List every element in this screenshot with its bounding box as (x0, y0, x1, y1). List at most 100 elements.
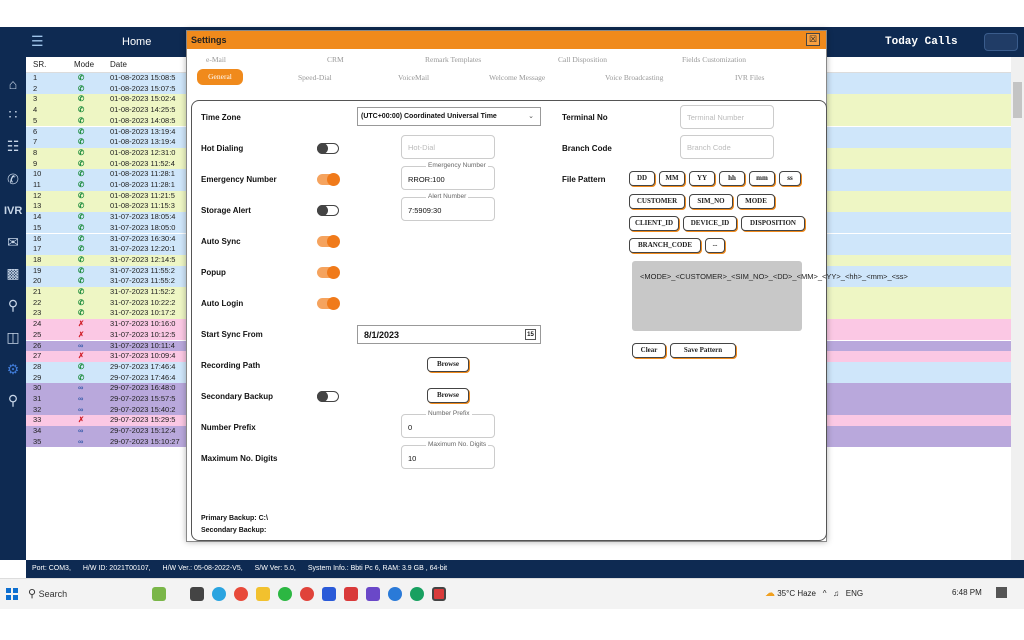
auto-sync-toggle[interactable] (317, 235, 340, 248)
zoom-icon[interactable] (322, 587, 336, 601)
row-sr: 18 (33, 254, 42, 264)
row-date: 29-07-2023 17:46:4 (110, 361, 176, 371)
clear-button[interactable]: Clear (632, 343, 666, 358)
today-calls-label[interactable]: Today Calls (885, 36, 958, 48)
phone-incoming-icon: ✆ (78, 73, 85, 82)
recording-path-browse-button[interactable]: Browse (427, 357, 469, 372)
app-icon[interactable] (410, 587, 424, 601)
tab-speed-dial[interactable]: Speed-Dial (298, 73, 332, 82)
mail-icon[interactable]: ✉ (4, 233, 22, 251)
tab-fields-customization[interactable]: Fields Customization (682, 55, 746, 64)
weather-text[interactable]: 35°C Haze (777, 589, 816, 598)
app-icon[interactable] (344, 587, 358, 601)
time-zone-select[interactable]: (UTC+00:00) Coordinated Universal Time ⌄ (357, 107, 541, 126)
pattern-token-yy[interactable]: YY (689, 171, 715, 186)
app-icon[interactable] (366, 587, 380, 601)
column-mode[interactable]: Mode (74, 60, 94, 69)
app-icon[interactable] (300, 587, 314, 601)
settings-gear-icon[interactable]: ⚙ (4, 360, 22, 378)
notification-icon[interactable] (996, 587, 1007, 598)
start-button[interactable] (6, 588, 18, 600)
emergency-number-toggle[interactable] (317, 173, 340, 186)
max-digits-input[interactable]: Maximum No. Digits 10 (401, 441, 495, 469)
phone-incoming-icon: ✆ (78, 94, 85, 104)
hot-dial-input[interactable]: Hot-Dial (401, 135, 495, 159)
calendar-icon[interactable]: 15 (525, 329, 536, 340)
pattern-token-client-id[interactable]: CLIENT_ID (629, 216, 679, 231)
top-margin (0, 0, 1024, 27)
row-date: 29-07-2023 15:10:27 (110, 436, 180, 446)
pattern-token-branch-code[interactable]: BRANCH_CODE (629, 238, 701, 253)
hamburger-menu-icon[interactable]: ☰ (31, 33, 44, 50)
contacts-icon[interactable]: ▩ (4, 264, 22, 282)
task-view-icon[interactable] (190, 587, 204, 601)
hot-dialing-toggle[interactable] (317, 142, 339, 154)
whatsapp-icon[interactable] (278, 587, 292, 601)
branch-code-input[interactable]: Branch Code (680, 135, 774, 159)
pattern-token-mm[interactable]: MM (659, 171, 685, 186)
window-controls[interactable] (984, 33, 1018, 51)
tab-ivr-files[interactable]: IVR Files (735, 73, 764, 82)
file-explorer-icon[interactable] (256, 587, 270, 601)
scrollbar-thumb[interactable] (1013, 82, 1022, 118)
pattern-token-customer[interactable]: CUSTOMER (629, 194, 685, 209)
row-date: 31-07-2023 18:05:4 (110, 212, 176, 222)
language-indicator[interactable]: ENG (846, 589, 863, 598)
phone-incoming-icon: ✆ (78, 105, 85, 115)
app-icon[interactable] (388, 587, 402, 601)
pattern-token-ss[interactable]: ss (779, 171, 801, 186)
terminal-number-input[interactable]: Terminal Number (680, 105, 774, 129)
dialpad-icon[interactable]: ∷ (4, 105, 22, 123)
taskbar-search[interactable]: ⚲ Search (28, 585, 168, 604)
key-icon[interactable]: ⚲ (4, 391, 22, 409)
secondary-backup-toggle[interactable] (317, 390, 339, 402)
storage-alert-toggle[interactable] (317, 204, 339, 216)
start-sync-date-input[interactable]: 8/1/2023 15 (357, 325, 541, 344)
number-prefix-input[interactable]: Number Prefix 0 (401, 410, 495, 438)
tab-crm[interactable]: CRM (327, 55, 344, 64)
close-icon[interactable]: ☒ (806, 33, 820, 46)
tab-welcome-message[interactable]: Welcome Message (489, 73, 545, 82)
home-icon[interactable]: ⌂ (4, 75, 22, 93)
secondary-backup-browse-button[interactable]: Browse (427, 388, 469, 403)
tray-chevron-icon[interactable]: ^ (823, 589, 827, 598)
tab-email[interactable]: e-Mail (206, 55, 226, 64)
pattern-token-mode[interactable]: MODE (737, 194, 775, 209)
network-icon[interactable]: ☷ (4, 137, 22, 155)
tab-general[interactable]: General (197, 69, 243, 85)
pattern-token-separator[interactable]: -- (705, 238, 725, 253)
ivr-icon[interactable]: IVR (4, 202, 22, 220)
call-icon[interactable]: ✆ (4, 170, 22, 188)
search-icon[interactable]: ⚲ (4, 296, 22, 314)
alert-number-input[interactable]: Alert Number 7:5909:30 (401, 193, 495, 221)
pattern-token-min[interactable]: mm (749, 171, 775, 186)
pattern-token-hh[interactable]: hh (719, 171, 745, 186)
news-icon[interactable] (152, 587, 166, 601)
pattern-token-disposition[interactable]: DISPOSITION (741, 216, 805, 231)
tab-voice-broadcasting[interactable]: Voice Broadcasting (605, 73, 663, 82)
weather-icon[interactable]: ☁ (765, 588, 775, 599)
volume-icon[interactable]: ♫ (833, 589, 839, 598)
popup-toggle[interactable] (317, 266, 340, 279)
row-sr: 17 (33, 244, 42, 254)
column-date[interactable]: Date (110, 60, 127, 69)
left-sidebar: ⌂ ∷ ☷ ✆ IVR ✉ ▩ ⚲ ◫ ⚙ ⚲ (0, 57, 26, 560)
chrome-icon[interactable] (234, 587, 248, 601)
auto-login-toggle[interactable] (317, 297, 340, 310)
tab-call-disposition[interactable]: Call Disposition (558, 55, 607, 64)
hot-dialing-label: Hot Dialing (201, 144, 244, 153)
row-date: 01-08-2023 11:52:4 (110, 158, 175, 168)
pattern-token-device-id[interactable]: DEVICE_ID (683, 216, 737, 231)
active-app-icon[interactable] (432, 587, 446, 601)
tab-voicemail[interactable]: VoiceMail (398, 73, 429, 82)
edge-icon[interactable] (212, 587, 226, 601)
trash-icon[interactable]: ◫ (4, 328, 22, 346)
clock[interactable]: 6:48 PM (952, 588, 982, 597)
pattern-token-dd[interactable]: DD (629, 171, 655, 186)
pattern-token-sim-no[interactable]: SIM_NO (689, 194, 733, 209)
column-sr[interactable]: SR. (33, 60, 46, 69)
tab-remark-templates[interactable]: Remark Templates (425, 55, 481, 64)
save-pattern-button[interactable]: Save Pattern (670, 343, 736, 358)
emergency-number-input[interactable]: Emergency Number RROR:100 (401, 162, 495, 190)
table-scrollbar[interactable] (1011, 57, 1024, 560)
